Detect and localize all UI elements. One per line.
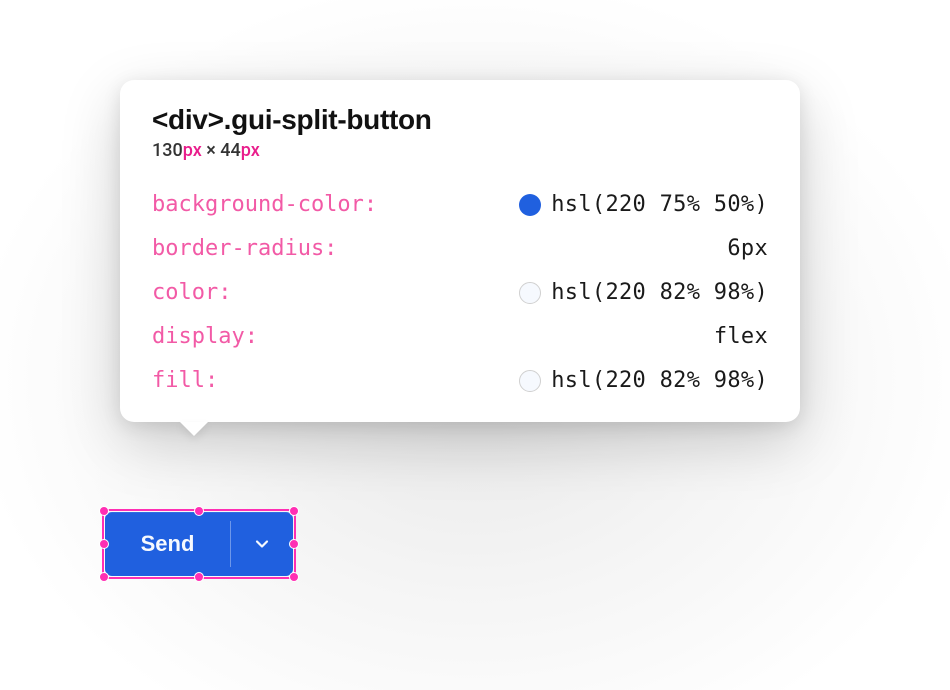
canvas: <div>.gui-split-button 130px × 44px back… xyxy=(0,0,950,690)
prop-value: hsl(220 82% 98%) xyxy=(551,365,768,397)
element-tag-name: <div> xyxy=(152,104,224,135)
prop-name: border-radius: xyxy=(152,233,337,265)
tooltip-dimensions: 130px × 44px xyxy=(152,140,768,161)
dim-height-value: 44 xyxy=(220,140,240,161)
prop-value: flex xyxy=(714,321,768,353)
dim-height-unit: px xyxy=(241,140,260,161)
element-inspector-tooltip: <div>.gui-split-button 130px × 44px back… xyxy=(120,80,800,422)
color-swatch-icon xyxy=(519,282,541,304)
chevron-down-icon xyxy=(252,534,272,554)
send-button-label: Send xyxy=(141,531,195,557)
color-swatch-icon xyxy=(519,194,541,216)
prop-row-background-color: background-color: hsl(220 75% 50%) xyxy=(152,189,768,221)
prop-name: fill: xyxy=(152,365,218,397)
gui-split-button[interactable]: Send xyxy=(105,512,293,576)
prop-name: background-color: xyxy=(152,189,377,221)
prop-row-display: display: flex xyxy=(152,321,768,353)
prop-value: 6px xyxy=(727,233,768,265)
dim-width-value: 130 xyxy=(152,140,183,161)
send-button[interactable]: Send xyxy=(105,512,230,576)
dim-separator: × xyxy=(202,140,221,161)
prop-value: hsl(220 82% 98%) xyxy=(551,277,768,309)
prop-name: color: xyxy=(152,277,231,309)
prop-row-fill: fill: hsl(220 82% 98%) xyxy=(152,365,768,397)
color-swatch-icon xyxy=(519,370,541,392)
element-class-name: .gui-split-button xyxy=(224,104,432,135)
tooltip-element-selector: <div>.gui-split-button xyxy=(152,104,768,136)
split-button-dropdown-toggle[interactable] xyxy=(231,512,293,576)
dim-width-unit: px xyxy=(183,140,202,161)
prop-row-border-radius: border-radius: 6px xyxy=(152,233,768,265)
css-properties-list: background-color: hsl(220 75% 50%) borde… xyxy=(152,189,768,396)
prop-name: display: xyxy=(152,321,258,353)
prop-value: hsl(220 75% 50%) xyxy=(551,189,768,221)
prop-row-color: color: hsl(220 82% 98%) xyxy=(152,277,768,309)
inspected-element-wrapper: Send xyxy=(105,512,293,576)
